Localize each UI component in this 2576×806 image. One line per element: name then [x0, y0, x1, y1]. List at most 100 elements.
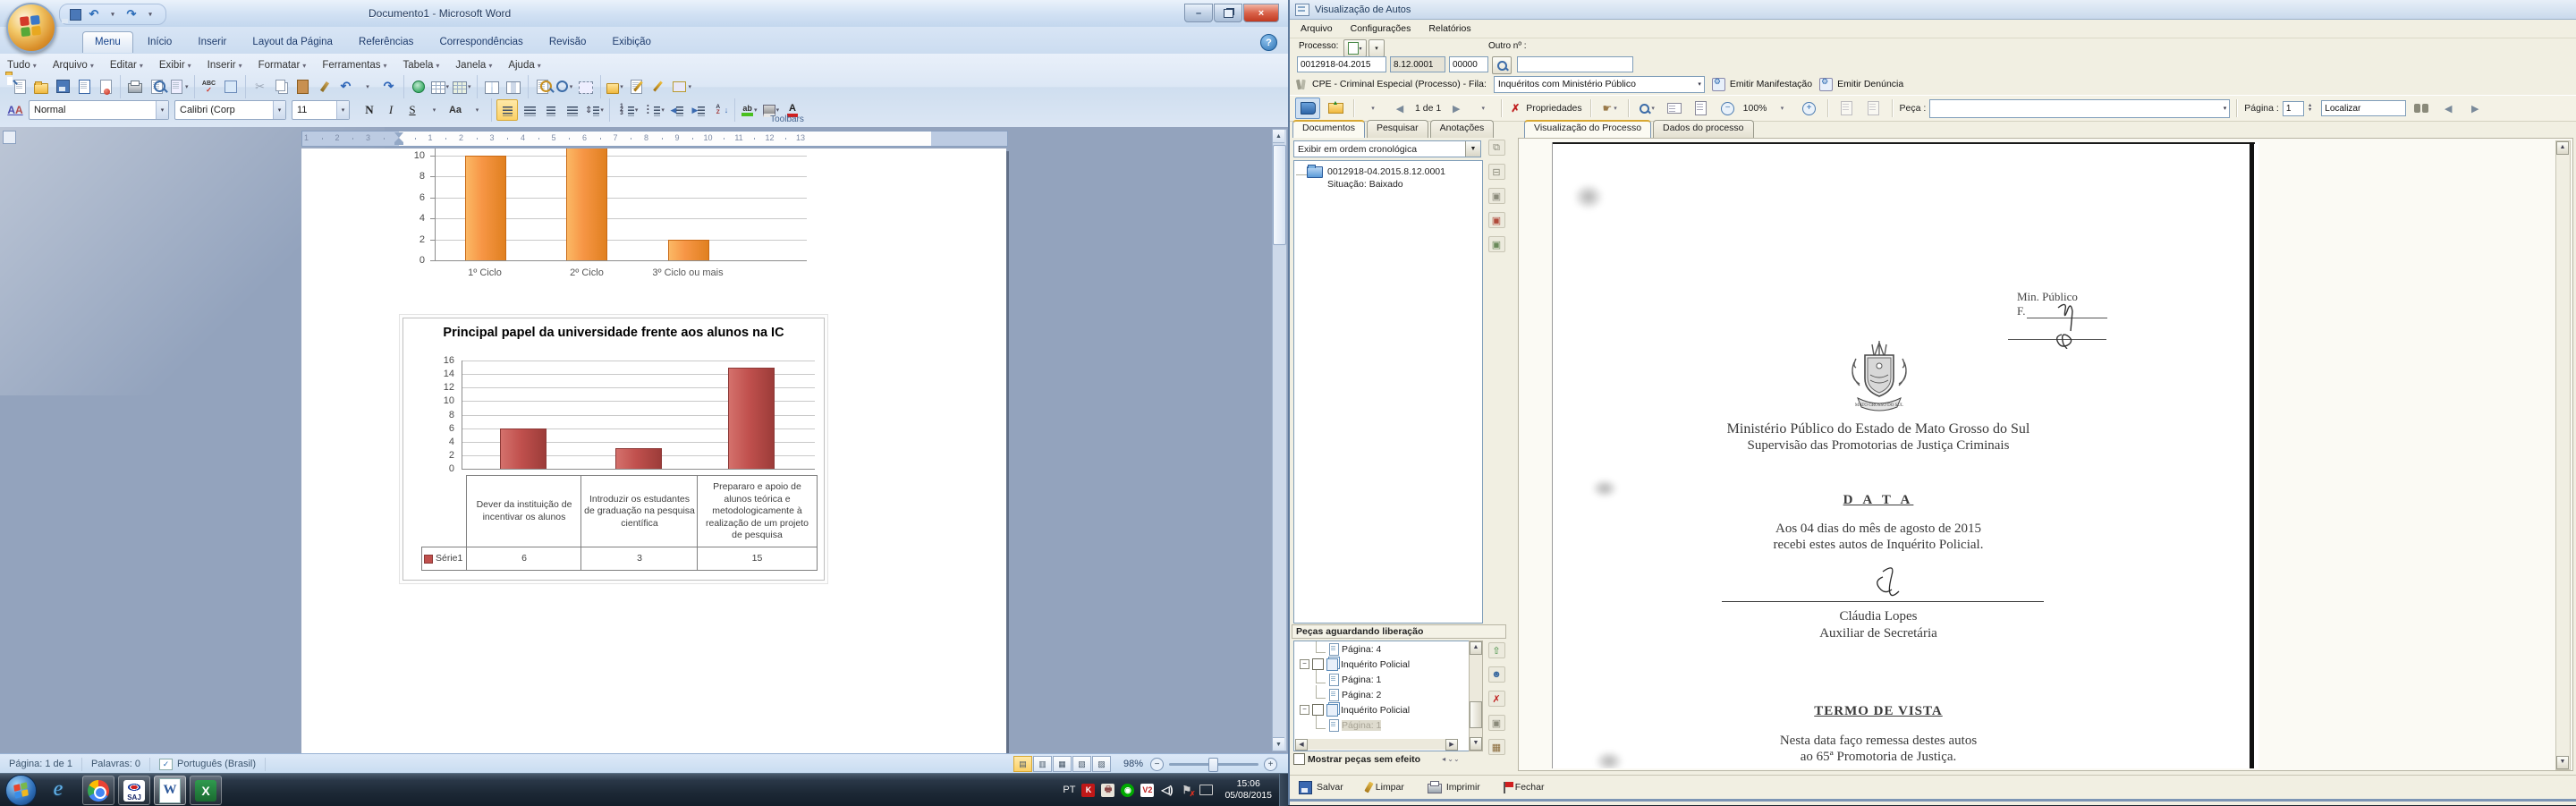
tab-anotacoes[interactable]: Anotações — [1430, 120, 1495, 140]
process-forum-input[interactable] — [1390, 56, 1445, 72]
find-next-icon[interactable]: ▶ — [2463, 98, 2487, 118]
zoom-slider-thumb[interactable] — [1208, 758, 1218, 772]
queue-selector[interactable]: Inquéritos com Ministério Público▾ — [1494, 76, 1705, 93]
cut-icon[interactable]: ✂ — [250, 77, 270, 97]
salvar-button[interactable]: Salvar — [1299, 781, 1343, 794]
stamp-icon[interactable]: ▣ — [1488, 188, 1505, 204]
reject-piece-icon[interactable]: ▣ — [1488, 715, 1505, 731]
nav-dropdown-icon[interactable]: ▾ — [1471, 98, 1495, 118]
tab-referencias[interactable]: Referências — [347, 32, 425, 53]
styles-icon[interactable]: AA — [5, 100, 25, 120]
tab-inicio[interactable]: Início — [136, 32, 184, 53]
page-setup-icon[interactable]: ▾ — [168, 77, 190, 97]
export-autos-button[interactable] — [1324, 98, 1347, 118]
pecas-tree-item[interactable]: Página: 2 — [1294, 687, 1470, 702]
align-center-button[interactable] — [541, 100, 561, 120]
office-button[interactable] — [6, 3, 56, 53]
spelling-icon[interactable]: ABC✓ — [199, 77, 219, 97]
change-case-dropdown-icon[interactable]: ▾ — [467, 100, 487, 120]
printer-tray-icon[interactable]: 🖶 — [1101, 784, 1114, 797]
print-layout-view-button[interactable]: ▤ — [1013, 756, 1032, 772]
pecas-horizontal-scrollbar[interactable]: ◀ ▶ — [1295, 739, 1458, 750]
restore-button[interactable] — [1214, 4, 1242, 22]
status-page-count[interactable]: Página: 1 de 1 — [0, 758, 82, 771]
tab-exibicao[interactable]: Exibição — [600, 32, 662, 53]
tab-pesquisar[interactable]: Pesquisar — [1367, 120, 1428, 140]
hand-tool-icon[interactable]: ☛▾ — [1598, 98, 1622, 118]
scroll-down-icon[interactable]: ▼ — [1273, 737, 1284, 751]
format-painter-icon[interactable] — [315, 77, 335, 97]
font-size-selector[interactable]: 11▾ — [292, 100, 350, 120]
nav-dropdown-icon[interactable]: ▾ — [1361, 98, 1385, 118]
sort-order-selector[interactable]: Exibir em ordem cronológica▼ — [1293, 140, 1481, 157]
v2-tray-icon[interactable]: V2 — [1140, 784, 1154, 797]
collapse-tree-icon[interactable]: ⊟ — [1488, 164, 1505, 180]
full-screen-view-button[interactable]: ▥ — [1033, 756, 1052, 772]
undo-dropdown-icon[interactable]: ▾ — [105, 6, 121, 22]
pecas-tree-item[interactable]: Página: 1 — [1294, 717, 1470, 733]
zoom-icon[interactable]: ▾ — [555, 77, 574, 97]
minimize-button[interactable]: – — [1184, 4, 1213, 22]
taskbar-clock[interactable]: 15:0605/08/2015 — [1224, 778, 1272, 802]
tab-documentos[interactable]: Documentos — [1292, 120, 1365, 140]
undo-icon[interactable]: ↶ — [336, 77, 356, 97]
taskbar-word[interactable]: W — [154, 776, 186, 805]
draft-view-button[interactable]: ▨ — [1092, 756, 1111, 772]
save-icon[interactable] — [53, 77, 72, 97]
menu-arquivo[interactable]: Arquivo▾ — [53, 60, 94, 71]
liberate-piece-icon[interactable]: ⇧ — [1488, 642, 1505, 658]
menu-ferramentas[interactable]: Ferramentas▾ — [322, 60, 386, 71]
pane-resize-icons[interactable]: ◂ ⌄⌄ — [1442, 755, 1460, 763]
align-right-button[interactable] — [563, 100, 582, 120]
decrease-indent-button[interactable]: ◀ — [667, 100, 687, 120]
bullet-list-button[interactable]: •••▾ — [640, 100, 665, 120]
menu-configuracoes[interactable]: Configurações — [1343, 21, 1419, 36]
propriedades-button[interactable]: ✗ Propriedades — [1509, 98, 1583, 118]
status-word-count[interactable]: Palavras: 0 — [82, 758, 150, 771]
scroll-up-icon[interactable]: ▲ — [1470, 641, 1482, 655]
columns-icon[interactable] — [482, 77, 502, 97]
pagina-input[interactable] — [2283, 101, 2304, 116]
display-tray-icon[interactable] — [1199, 785, 1213, 795]
zoom-out-icon[interactable]: − — [1150, 758, 1164, 771]
scrollbar-thumb[interactable] — [1273, 145, 1286, 245]
emitir-denuncia-button[interactable]: Emitir Denúncia — [1819, 78, 1903, 91]
menu-ajuda[interactable]: Ajuda▾ — [508, 60, 540, 71]
underline-button[interactable]: S — [402, 100, 422, 120]
insert-table-icon[interactable]: ▾ — [452, 77, 472, 97]
menu-formatar[interactable]: Formatar▾ — [258, 60, 307, 71]
taskbar-internet-explorer[interactable]: e — [43, 776, 73, 803]
redo-icon[interactable]: ↷ — [123, 6, 140, 22]
scroll-right-icon[interactable]: ▶ — [1445, 739, 1458, 751]
tab-visualizacao-do-processo[interactable]: Visualização do Processo — [1524, 120, 1651, 140]
expander-icon[interactable]: − — [1300, 659, 1309, 669]
fit-page-icon[interactable] — [1690, 98, 1713, 118]
fechar-button[interactable]: Fechar — [1504, 782, 1545, 793]
zoom-in-icon[interactable]: + — [1798, 98, 1821, 118]
scroll-down-icon[interactable]: ▼ — [1470, 737, 1482, 751]
expander-icon[interactable]: − — [1300, 705, 1309, 715]
highlight-changes-icon[interactable] — [648, 77, 668, 97]
zoom-level[interactable]: 98% — [1123, 759, 1143, 769]
taskbar-chrome[interactable] — [82, 776, 114, 805]
menu-exibir[interactable]: Exibir▾ — [159, 60, 191, 71]
copy-icon[interactable] — [272, 77, 292, 97]
piece-checkbox[interactable] — [1312, 704, 1324, 716]
bold-button[interactable]: N — [360, 100, 379, 120]
show-desktop-button[interactable] — [1279, 774, 1288, 806]
limpar-button[interactable]: Limpar — [1367, 782, 1404, 793]
taskbar-saj[interactable]: SAJ — [118, 776, 150, 805]
tab-correspondencias[interactable]: Correspondências — [428, 32, 534, 53]
hyperlink-icon[interactable] — [409, 77, 428, 97]
save-icon[interactable] — [67, 6, 83, 22]
process-number-input[interactable] — [1297, 56, 1386, 72]
text-wrapping-icon[interactable] — [504, 77, 523, 97]
menu-editar[interactable]: Editar▾ — [110, 60, 143, 71]
track-changes-icon[interactable] — [627, 77, 647, 97]
edit-piece-icon[interactable]: ▦ — [1488, 739, 1505, 755]
zoom-tool-icon[interactable]: ▾ — [1636, 98, 1659, 118]
start-button[interactable] — [5, 775, 37, 806]
tab-revisao[interactable]: Revisão — [538, 32, 598, 53]
piece-checkbox[interactable] — [1312, 658, 1324, 670]
menu-tudo[interactable]: Tudo▾ — [7, 60, 37, 71]
